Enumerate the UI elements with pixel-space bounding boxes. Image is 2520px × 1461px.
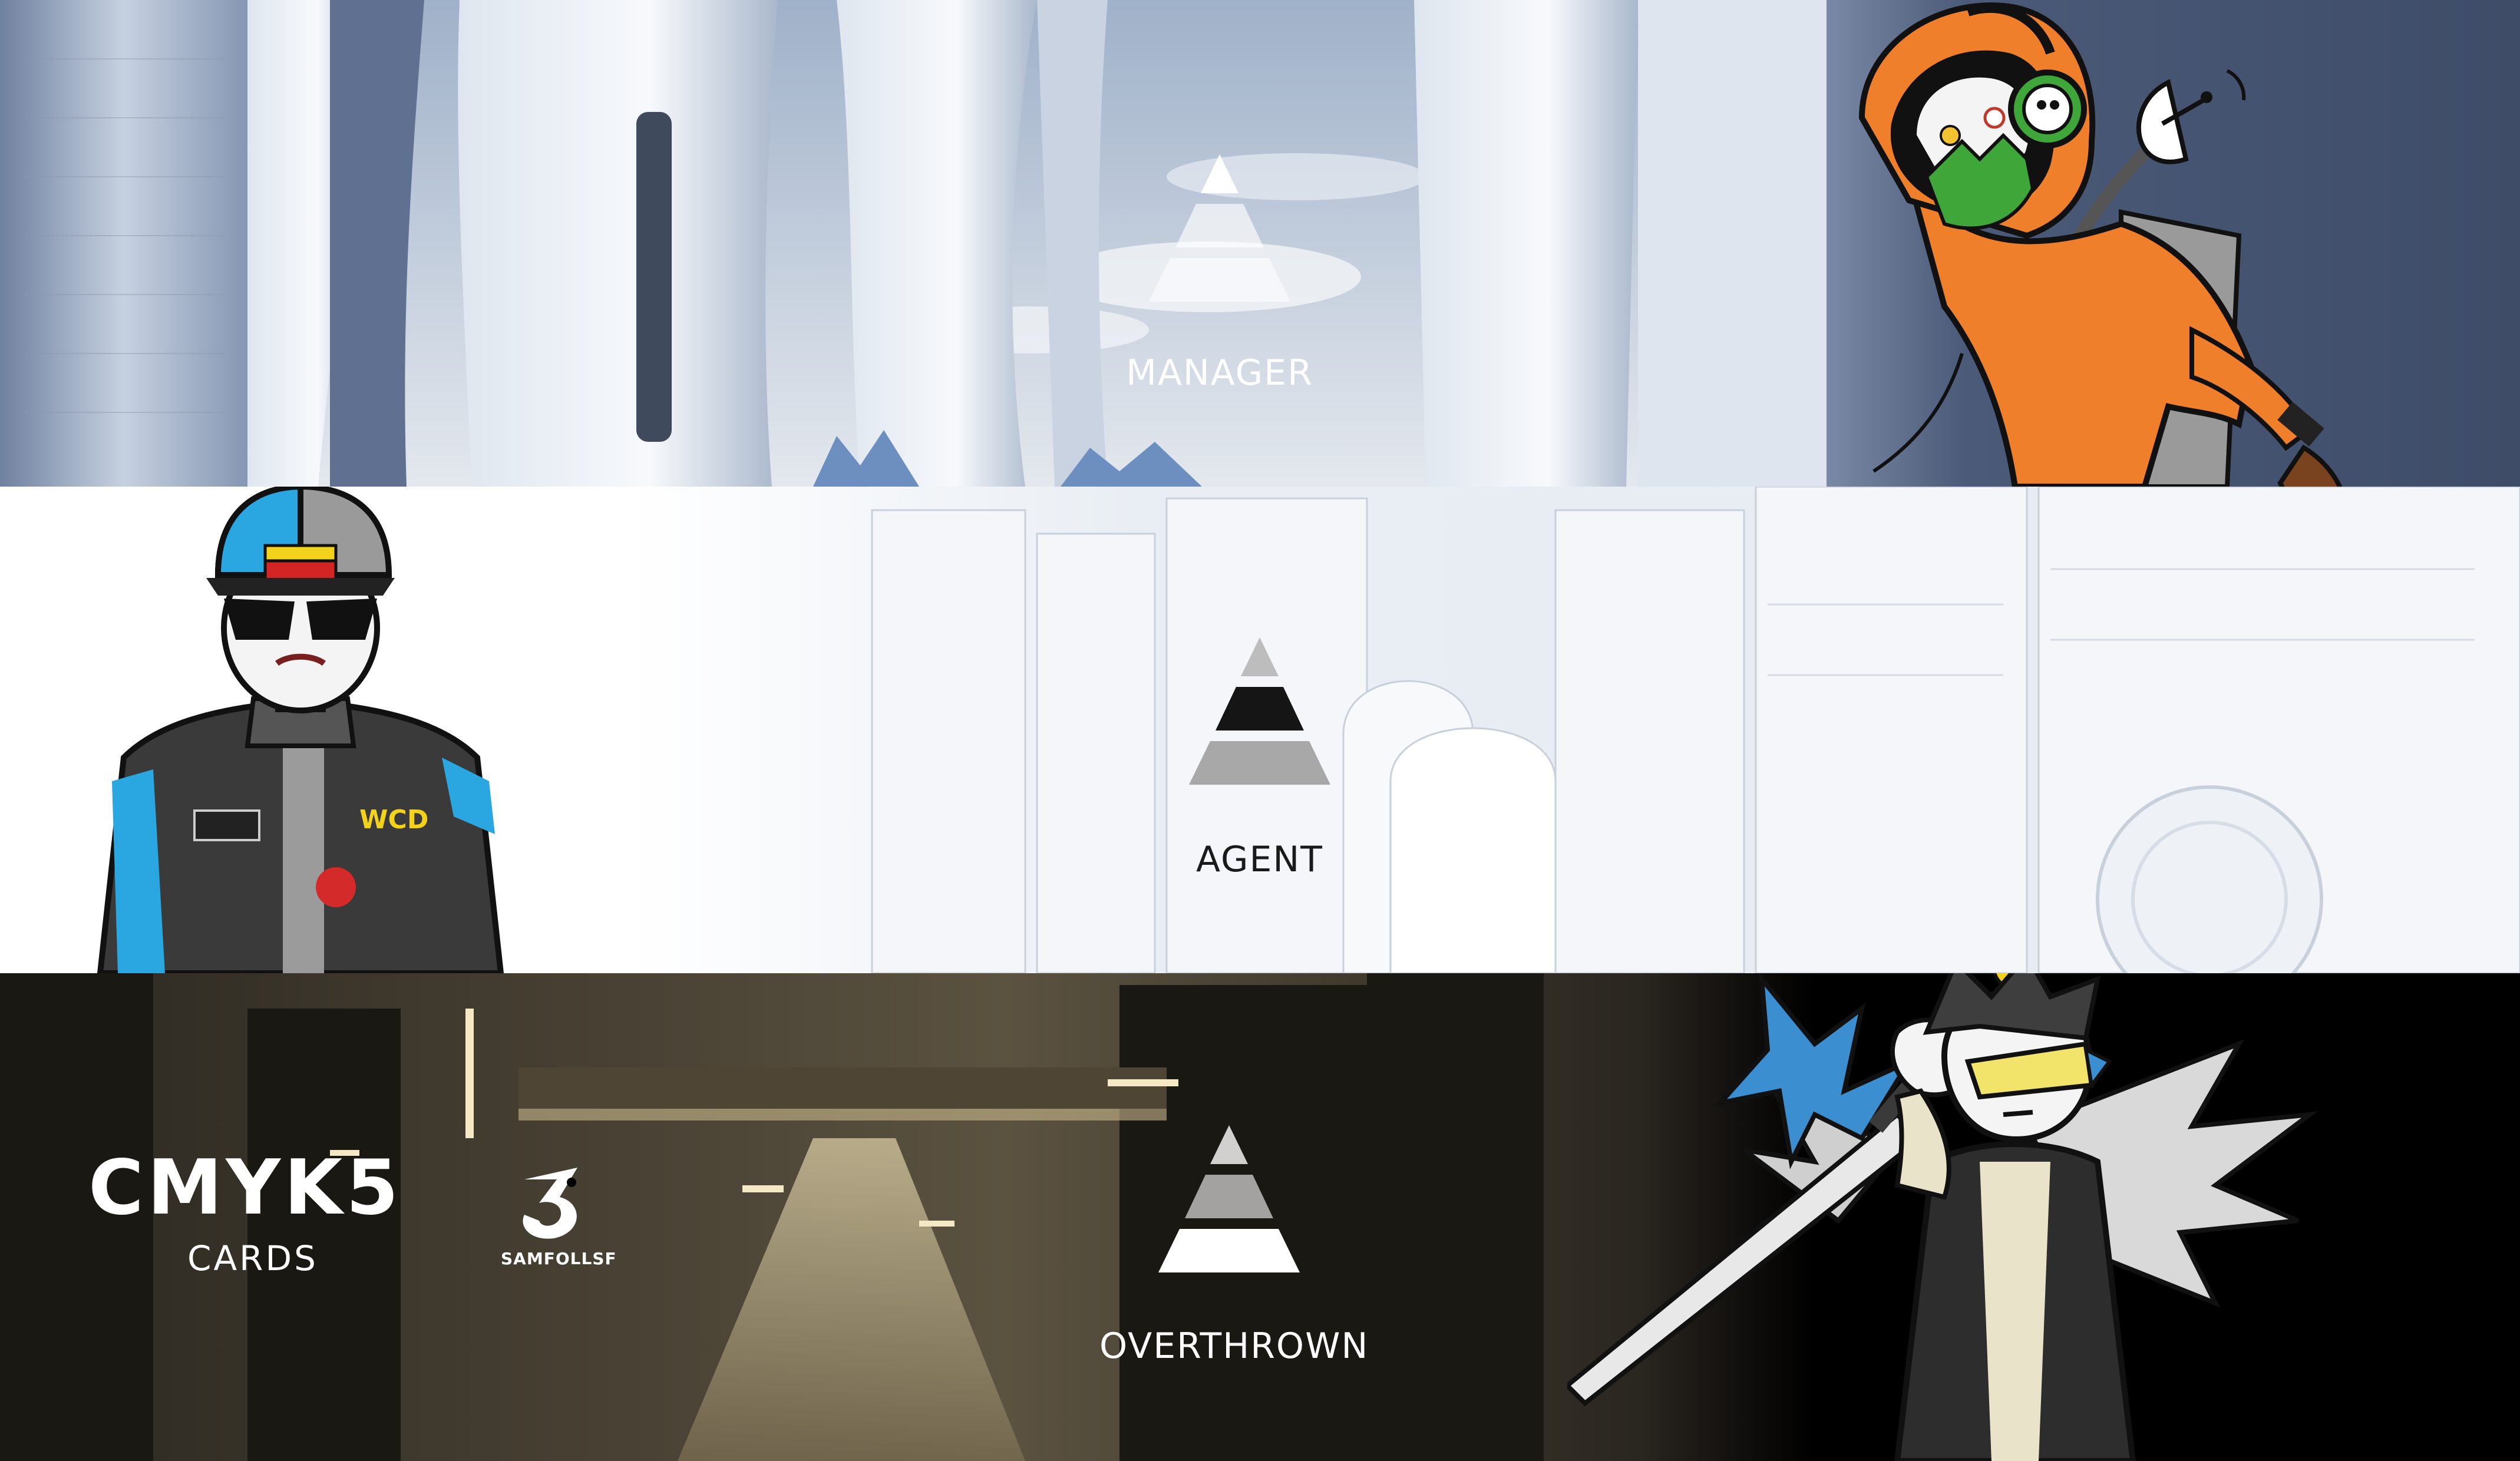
racer-driver-character: WCD (97, 487, 504, 973)
pyramid-rank-icon (1189, 637, 1330, 785)
hooded-hacker-character (1858, 2, 2343, 487)
sword-wielding-character (1567, 973, 2318, 1461)
agent-band: AGENT WCD (0, 487, 2520, 973)
sponsor-patch: WCD (359, 805, 428, 835)
samfollsf-logo-icon (523, 1168, 577, 1239)
manager-band: MANAGER (0, 0, 2520, 487)
studio-label: SAMFOLLSF (501, 1249, 617, 1268)
brand-subtitle: CARDS (187, 1238, 318, 1278)
brand-title: CMYK5 (88, 1144, 402, 1232)
rank-label-overthrown: OVERTHROWN (1099, 1326, 1369, 1367)
overthrown-band: CMYK5 CARDS SAMFOLLSF OVERTHROWN (0, 973, 2520, 1461)
pyramid-rank-icon (1158, 1125, 1300, 1272)
rank-label-manager: MANAGER (1126, 352, 1313, 394)
rank-label-agent: AGENT (1196, 839, 1323, 880)
pyramid-rank-icon (1149, 154, 1290, 302)
